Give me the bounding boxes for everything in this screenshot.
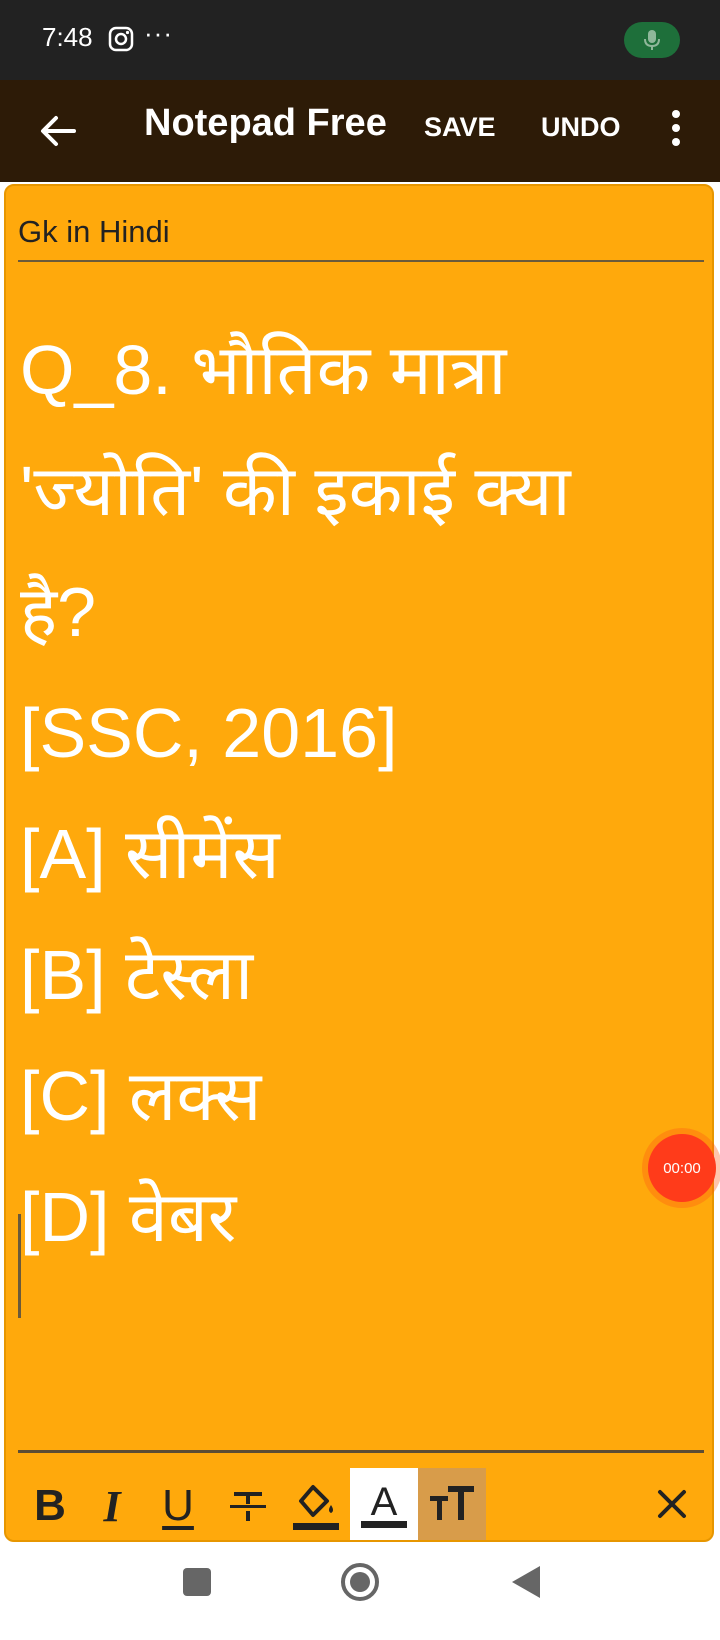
note-line: [B] टेस्ला (20, 936, 254, 1014)
note-line: Q_8. भौतिक मात्रा (20, 331, 507, 409)
note-line: [SSC, 2016] (20, 694, 398, 772)
more-notifications-icon: ··· (144, 18, 173, 48)
note-line: [D] वेबर (20, 1178, 237, 1256)
instagram-icon (108, 26, 134, 52)
note-line: 'ज्योति' की इकाई क्या (20, 452, 571, 530)
status-bar: 7:48 ··· (0, 0, 720, 80)
format-divider (18, 1450, 704, 1453)
note-editor: Gk in Hindi Q_8. भौतिक मात्रा 'ज्योति' क… (4, 184, 716, 1542)
italic-button[interactable]: I (82, 1470, 142, 1542)
strikethrough-icon[interactable] (218, 1470, 278, 1542)
app-title: Notepad Free (144, 102, 387, 144)
note-line: [A] सीमेंस (20, 815, 280, 893)
nav-back-icon[interactable] (506, 1562, 546, 1602)
undo-button[interactable]: UNDO (541, 112, 621, 143)
mic-icon (644, 30, 660, 50)
back-arrow-icon[interactable] (34, 106, 84, 156)
fill-color-icon[interactable] (286, 1470, 346, 1542)
app-bar: Notepad Free SAVE UNDO (0, 80, 720, 182)
home-icon[interactable] (340, 1562, 380, 1602)
note-body[interactable]: Q_8. भौतिक मात्रा 'ज्योति' की इकाई क्या … (20, 310, 710, 1278)
note-line: [C] लक्स (20, 1057, 262, 1135)
text-color-letter: A (371, 1480, 398, 1524)
record-timer-button[interactable]: 00:00 (648, 1134, 716, 1202)
text-size-icon[interactable] (418, 1468, 486, 1540)
status-time: 7:48 (42, 22, 93, 52)
save-button[interactable]: SAVE (424, 112, 496, 143)
text-color-icon[interactable]: A (350, 1468, 418, 1540)
text-cursor (18, 1214, 21, 1318)
close-icon[interactable] (652, 1484, 692, 1524)
note-title-field[interactable]: Gk in Hindi (18, 214, 704, 262)
mic-indicator (624, 22, 680, 58)
underline-button[interactable]: U (148, 1470, 208, 1542)
note-line: है? (20, 573, 97, 651)
recent-apps-icon[interactable] (183, 1568, 211, 1596)
overflow-menu-icon[interactable] (660, 104, 692, 160)
system-nav-bar (0, 1546, 720, 1640)
bold-button[interactable]: B (20, 1470, 80, 1542)
